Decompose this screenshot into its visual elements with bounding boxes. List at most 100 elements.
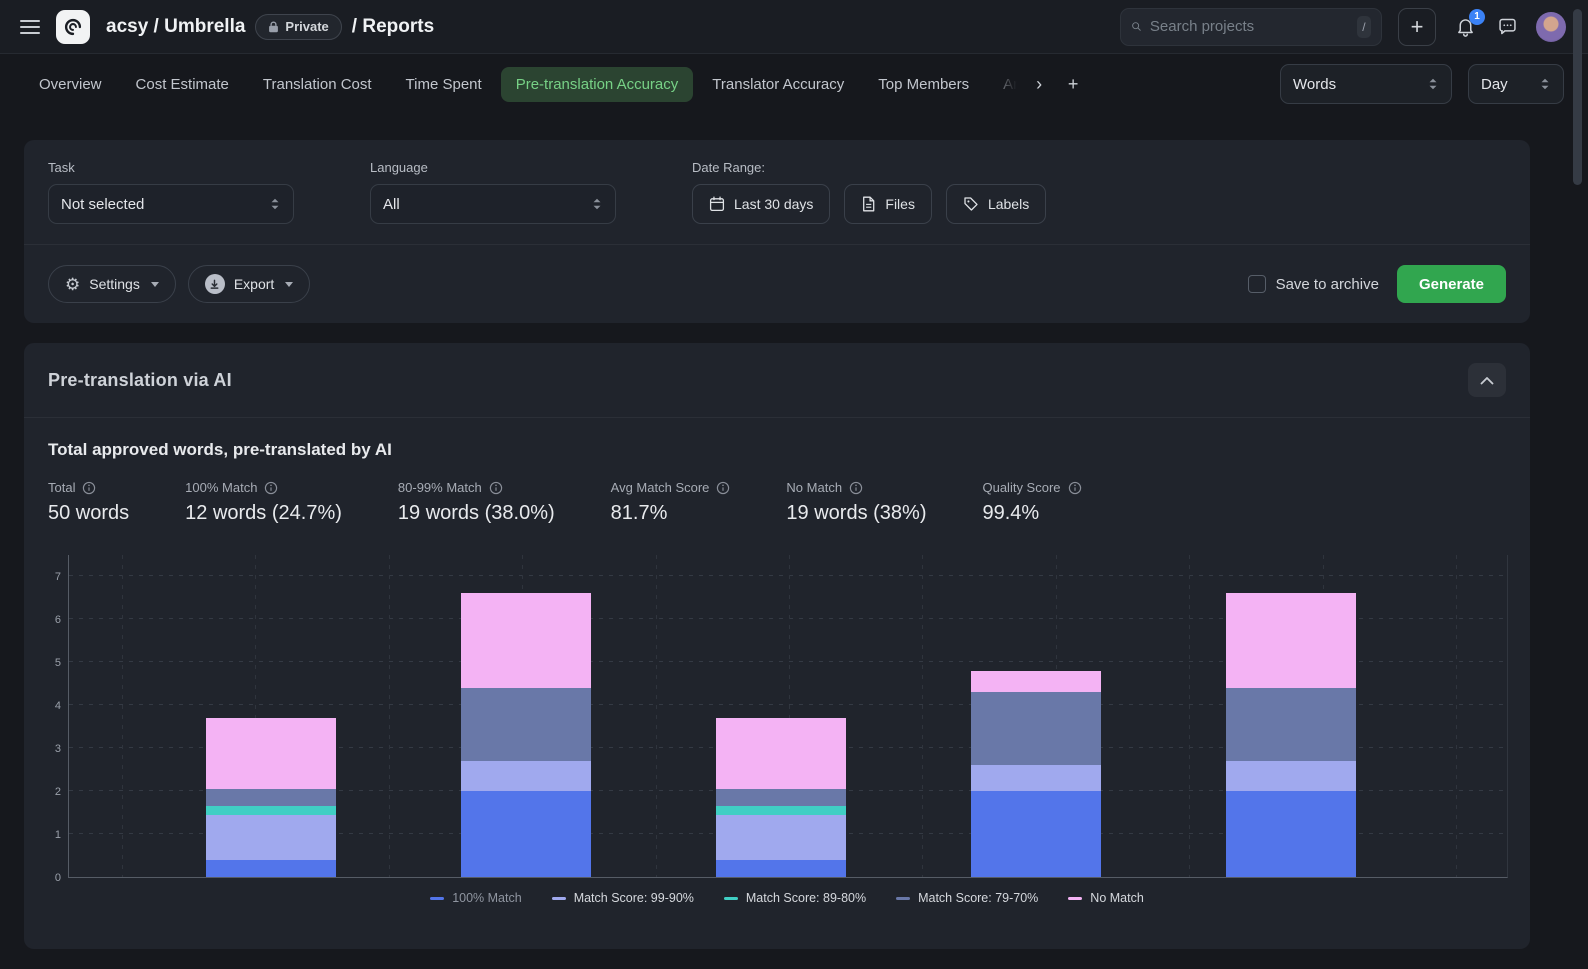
- stacked-bar-chart: 01234567 100% Match Match Score: 99-90% Ma…: [68, 555, 1506, 905]
- export-button[interactable]: Export: [188, 265, 310, 303]
- legend-item[interactable]: 100% Match: [430, 891, 521, 905]
- legend-dash: [724, 897, 738, 900]
- date-range-button[interactable]: Last 30 days: [692, 184, 830, 224]
- bar-segment: [716, 815, 846, 860]
- labels-filter-button[interactable]: Labels: [946, 184, 1046, 224]
- bar-segment: [206, 718, 336, 789]
- info-icon[interactable]: [82, 481, 96, 495]
- tab-translation-cost[interactable]: Translation Cost: [248, 67, 387, 102]
- tab-translator-accuracy[interactable]: Translator Accuracy: [697, 67, 859, 102]
- task-select[interactable]: Not selected: [48, 184, 294, 224]
- tab-cost-estimate[interactable]: Cost Estimate: [121, 67, 244, 102]
- create-project-button[interactable]: +: [1398, 8, 1436, 46]
- stat-value: 12 words (24.7%): [185, 502, 342, 525]
- lock-icon: [268, 21, 279, 33]
- tabs-list: OverviewCost EstimateTranslation CostTim…: [24, 67, 1088, 102]
- legend-item[interactable]: Match Score: 99-90%: [552, 891, 694, 905]
- bar-segment: [1226, 791, 1356, 877]
- info-icon[interactable]: [489, 481, 503, 495]
- tag-icon: [963, 196, 979, 212]
- privacy-badge-label: Private: [285, 19, 328, 34]
- search-input[interactable]: [1150, 18, 1349, 35]
- y-gridline: [69, 575, 1507, 576]
- x-gridline: [1189, 555, 1190, 877]
- info-icon[interactable]: [849, 481, 863, 495]
- bar-segment: [716, 806, 846, 815]
- stat-label: Avg Match Score: [611, 480, 731, 495]
- files-filter-button[interactable]: Files: [844, 184, 932, 224]
- breadcrumb-project[interactable]: acsy / Umbrella: [106, 16, 245, 38]
- x-gridline: [656, 555, 657, 877]
- user-avatar[interactable]: [1536, 12, 1566, 42]
- legend-item[interactable]: Match Score: 89-80%: [724, 891, 866, 905]
- settings-button[interactable]: ⚙ Settings: [48, 265, 176, 303]
- stacked-bar[interactable]: [206, 718, 336, 877]
- unit-select[interactable]: Words: [1280, 64, 1452, 104]
- search-icon: [1131, 18, 1142, 35]
- chevron-up-icon: [1480, 376, 1494, 385]
- stat-block: 100% Match 12 words (24.7%): [185, 480, 342, 525]
- stat-block: Avg Match Score 81.7%: [611, 480, 731, 525]
- stacked-bar[interactable]: [1226, 593, 1356, 877]
- save-to-archive-label: Save to archive: [1276, 276, 1379, 293]
- section-title: Total approved words, pre-translated by …: [48, 440, 1506, 460]
- period-select[interactable]: Day: [1468, 64, 1564, 104]
- download-circle-icon: [205, 274, 225, 294]
- report-tabs-bar: OverviewCost EstimateTranslation CostTim…: [0, 54, 1588, 112]
- legend-dash: [896, 897, 910, 900]
- tab-time-spent[interactable]: Time Spent: [391, 67, 497, 102]
- language-label: Language: [370, 160, 616, 175]
- notifications-button[interactable]: 1: [1452, 14, 1478, 40]
- tab-overview[interactable]: Overview: [24, 67, 117, 102]
- export-button-label: Export: [234, 276, 274, 292]
- updown-chevron-icon: [591, 197, 603, 211]
- labels-filter-label: Labels: [988, 196, 1029, 212]
- bar-segment: [206, 789, 336, 806]
- language-select[interactable]: All: [370, 184, 616, 224]
- generate-button[interactable]: Generate: [1397, 265, 1506, 303]
- info-icon[interactable]: [716, 481, 730, 495]
- chart-plot-area: 01234567: [68, 555, 1508, 878]
- info-icon[interactable]: [1068, 481, 1082, 495]
- save-to-archive-checkbox[interactable]: [1248, 275, 1266, 293]
- chart-legend: 100% Match Match Score: 99-90% Match Score…: [68, 891, 1506, 905]
- legend-item[interactable]: Match Score: 79-70%: [896, 891, 1038, 905]
- stat-label: Quality Score: [982, 480, 1081, 495]
- vertical-scrollbar-thumb[interactable]: [1573, 9, 1582, 185]
- legend-item[interactable]: No Match: [1068, 891, 1144, 905]
- report-panel: Pre-translation via AI Total approved wo…: [24, 343, 1530, 949]
- collapse-panel-button[interactable]: [1468, 363, 1506, 397]
- stat-label: 100% Match: [185, 480, 342, 495]
- task-select-value: Not selected: [61, 196, 144, 213]
- search-box[interactable]: /: [1120, 8, 1382, 46]
- language-select-value: All: [383, 196, 400, 213]
- menu-icon[interactable]: [20, 20, 40, 34]
- calendar-icon: [709, 196, 725, 212]
- stacked-bar[interactable]: [716, 718, 846, 877]
- add-report-tab-button[interactable]: +: [1058, 67, 1088, 101]
- bar-segment: [1226, 593, 1356, 688]
- panel-title: Pre-translation via AI: [48, 370, 232, 391]
- stacked-bar[interactable]: [461, 593, 591, 877]
- info-icon[interactable]: [264, 481, 278, 495]
- tab-pre-translation-accuracy[interactable]: Pre-translation Accuracy: [501, 67, 694, 102]
- chat-icon: [1497, 16, 1518, 37]
- tab-ar[interactable]: Ar: [988, 67, 1020, 102]
- caret-down-icon: [151, 282, 159, 287]
- search-shortcut-key: /: [1357, 16, 1371, 38]
- tabs-overflow-button[interactable]: ›: [1024, 67, 1054, 101]
- bar-segment: [461, 688, 591, 761]
- stat-label: 80-99% Match: [398, 480, 555, 495]
- stacked-bar[interactable]: [971, 671, 1101, 877]
- app-logo[interactable]: [56, 10, 90, 44]
- tab-top-members[interactable]: Top Members: [863, 67, 984, 102]
- bar-segment: [1226, 688, 1356, 761]
- messages-button[interactable]: [1494, 14, 1520, 40]
- gear-icon: ⚙: [65, 276, 80, 293]
- y-tick-label: 1: [43, 829, 61, 841]
- y-tick-label: 2: [43, 786, 61, 798]
- bar-segment: [461, 593, 591, 688]
- stat-value: 81.7%: [611, 502, 731, 525]
- y-tick-label: 7: [43, 571, 61, 583]
- bar-segment: [716, 789, 846, 806]
